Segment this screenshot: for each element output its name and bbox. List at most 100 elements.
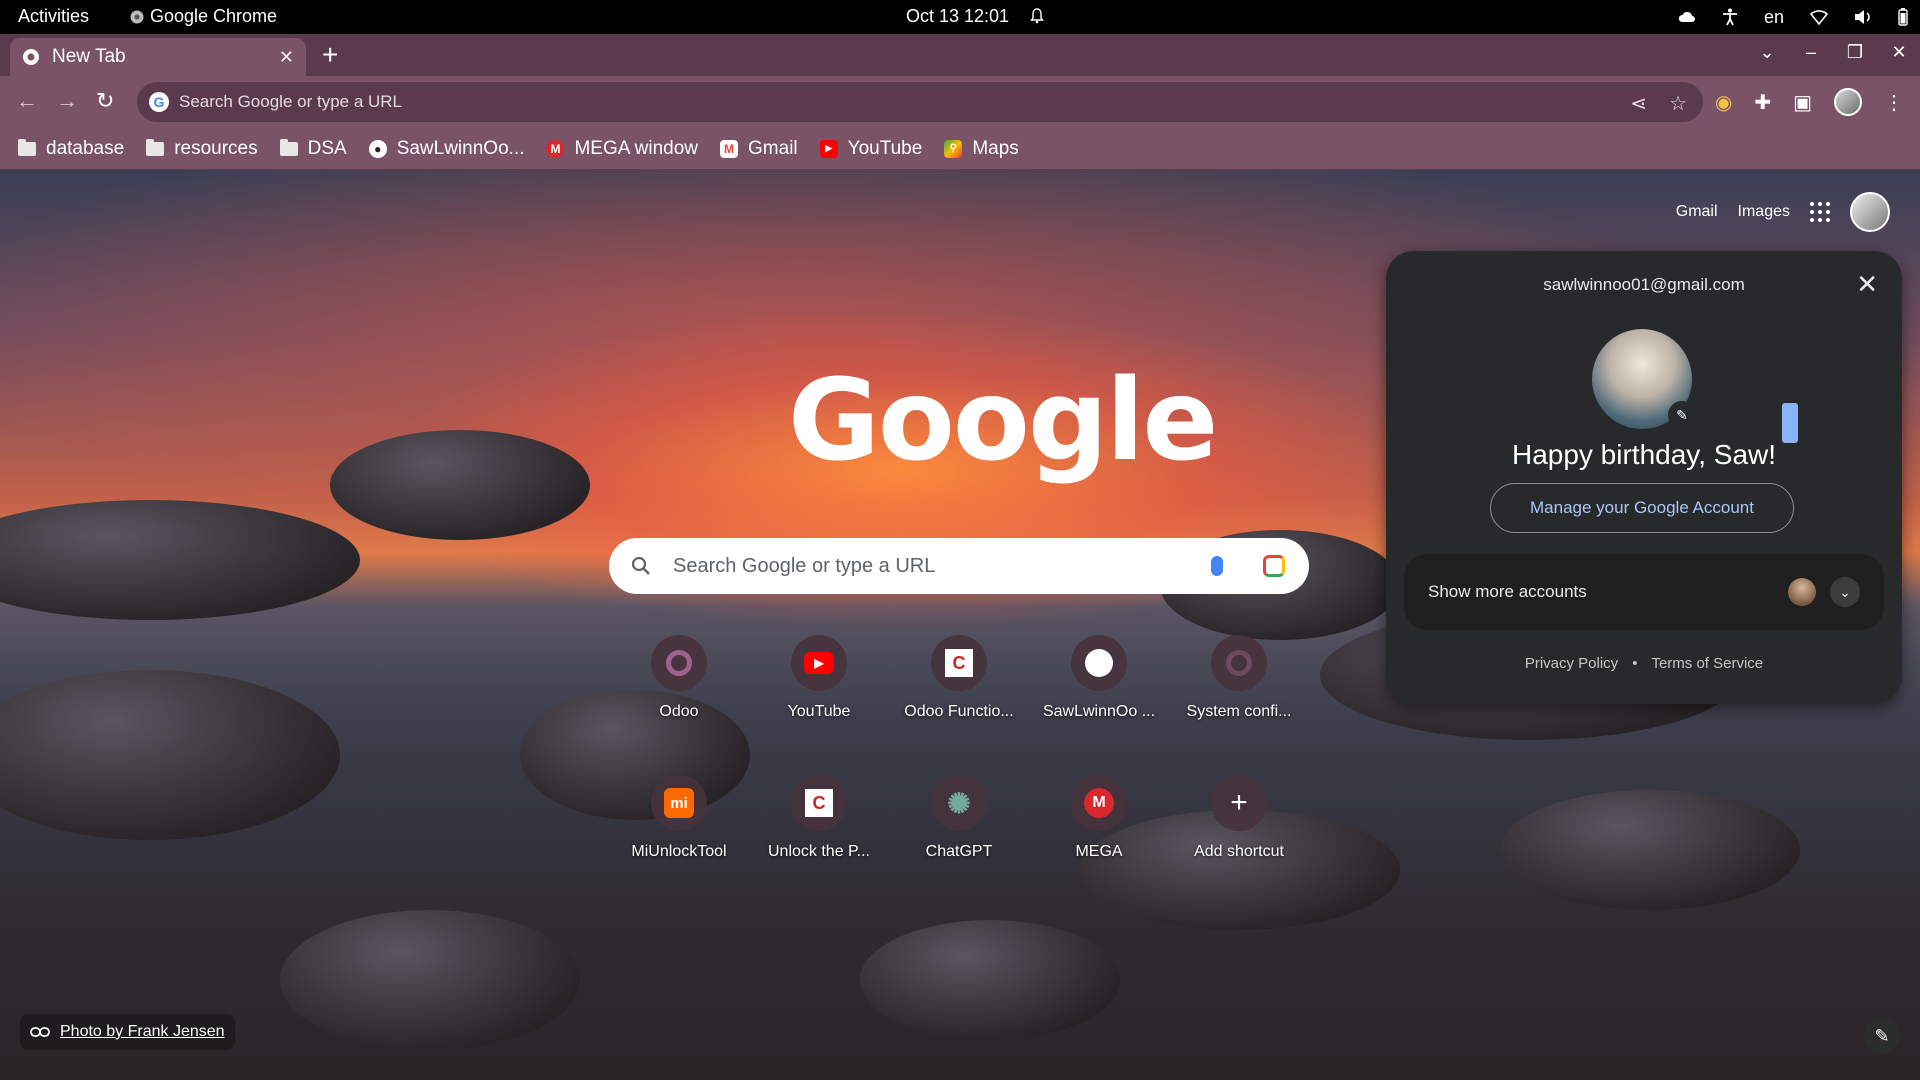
pencil-icon: ✎ — [1874, 1025, 1890, 1046]
maximize-button[interactable]: ❐ — [1844, 42, 1866, 63]
chatgpt-icon: ✺ — [931, 775, 987, 831]
wifi-icon — [1810, 10, 1828, 25]
bookmark-github[interactable]: ● SawLwinnOo... — [368, 137, 525, 160]
shortcut-label: SawLwinnOo ... — [1042, 703, 1156, 720]
ntp-search-placeholder: Search Google or type a URL — [673, 554, 936, 577]
youtube-icon: ▶ — [819, 139, 838, 158]
show-more-accounts[interactable]: Show more accounts ⌄ — [1404, 554, 1884, 630]
show-more-label: Show more accounts — [1428, 582, 1587, 601]
tab-strip: New Tab ✕ + ⌄ – ❐ ✕ — [0, 34, 1920, 76]
tab-new-tab[interactable]: New Tab ✕ — [10, 38, 306, 76]
odoo-icon — [1211, 635, 1267, 691]
chrome-icon — [130, 10, 144, 23]
terms-of-service-link[interactable]: Terms of Service — [1651, 655, 1763, 672]
odoo-functions-icon: C — [931, 635, 987, 691]
app-menu[interactable]: Google Chrome — [130, 6, 277, 27]
extension-icon[interactable]: ◉ — [1715, 90, 1732, 115]
app-name-label: Google Chrome — [150, 6, 278, 26]
cloud-icon — [1678, 11, 1695, 22]
language-indicator[interactable]: en — [1764, 7, 1784, 28]
bookmark-star-icon[interactable]: ☆ — [1669, 91, 1687, 116]
shortcut-tile[interactable]: C Odoo Functio... — [899, 635, 1019, 721]
bookmark-resources[interactable]: resources — [146, 137, 258, 160]
shortcut-tile[interactable]: ✺ ChatGPT — [899, 775, 1019, 861]
link-icon — [30, 1027, 50, 1037]
photo-credit[interactable]: Photo by Frank Jensen — [20, 1014, 235, 1050]
plus-icon: + — [1211, 775, 1267, 831]
bookmark-label: MEGA window — [574, 137, 699, 159]
reload-button[interactable]: ↻ — [96, 88, 114, 114]
gmail-link[interactable]: Gmail — [1676, 203, 1718, 221]
manage-account-button[interactable]: Manage your Google Account — [1490, 483, 1794, 533]
activities-button[interactable]: Activities — [18, 6, 89, 27]
side-panel-icon[interactable]: ▣ — [1793, 90, 1812, 115]
bookmark-label: database — [46, 137, 125, 159]
images-link[interactable]: Images — [1738, 203, 1790, 221]
shortcut-tile[interactable]: M MEGA — [1039, 775, 1159, 861]
bookmark-gmail[interactable]: M Gmail — [720, 138, 798, 160]
bookmark-label: resources — [174, 137, 258, 159]
battery-icon — [1898, 8, 1908, 26]
tab-search-icon[interactable]: ⌄ — [1756, 42, 1778, 63]
birthday-decoration — [1782, 403, 1798, 443]
forward-button[interactable]: → — [56, 88, 78, 114]
shortcut-tile[interactable]: C Unlock the P... — [759, 775, 879, 861]
ntp-search-box[interactable]: Search Google or type a URL — [609, 538, 1309, 594]
account-email: sawlwinnoo01@gmail.com — [1543, 275, 1745, 294]
bookmark-maps[interactable]: ⚲ Maps — [944, 138, 1019, 160]
voice-search-icon[interactable] — [1211, 556, 1223, 576]
omnibox[interactable]: G Search Google or type a URL ⋖ ☆ — [137, 82, 1703, 122]
footer-separator: • — [1632, 655, 1638, 672]
profile-avatar[interactable] — [1834, 88, 1862, 116]
shortcut-tile[interactable]: mi MiUnlockTool — [619, 775, 739, 861]
window-controls: ⌄ – ❐ ✕ — [1756, 42, 1910, 63]
gmail-icon: M — [720, 139, 739, 158]
edit-avatar-icon[interactable]: ✎ — [1668, 401, 1696, 429]
folder-icon — [279, 138, 298, 156]
close-window-button[interactable]: ✕ — [1888, 42, 1910, 63]
share-icon[interactable]: ⋖ — [1630, 91, 1647, 116]
ntp-account-avatar[interactable] — [1850, 192, 1890, 232]
bookmark-database[interactable]: database — [18, 138, 124, 160]
youtube-icon: ▶ — [791, 635, 847, 691]
shortcut-label: Odoo — [659, 703, 699, 720]
customize-chrome-button[interactable]: ✎ — [1864, 1018, 1900, 1054]
shortcut-tile[interactable]: SawLwinnOo ... — [1039, 635, 1159, 721]
google-apps-icon[interactable] — [1810, 202, 1830, 222]
shortcut-label: ChatGPT — [925, 843, 993, 860]
new-tab-button[interactable]: + — [322, 40, 338, 70]
omnibox-actions: ⋖ ☆ — [1630, 91, 1687, 116]
google-lens-icon[interactable] — [1263, 555, 1285, 577]
system-top-bar: Activities Google Chrome Oct 13 12:01 en — [0, 0, 1920, 34]
shortcut-label: Add shortcut — [1194, 843, 1284, 860]
back-button[interactable]: ← — [16, 88, 38, 114]
bookmark-dsa[interactable]: DSA — [279, 138, 347, 160]
google-logo: Google — [788, 356, 1218, 486]
chrome-icon — [23, 49, 39, 65]
clock[interactable]: Oct 13 12:01 — [906, 6, 1009, 27]
shortcut-label: Unlock the P... — [768, 843, 870, 860]
minimize-button[interactable]: – — [1800, 42, 1822, 63]
ntp-top-links: Gmail Images — [1676, 192, 1890, 232]
bookmarks-bar: database resources DSA ● SawLwinnOo... M… — [0, 128, 1920, 170]
bookmark-youtube[interactable]: ▶ YouTube — [819, 138, 922, 160]
shortcut-tile[interactable]: Odoo — [619, 635, 739, 721]
bookmark-mega[interactable]: M MEGA window — [546, 138, 698, 160]
system-tray[interactable]: en — [1678, 0, 1908, 34]
shortcut-tile[interactable]: System confi... — [1179, 635, 1299, 721]
popup-close-icon[interactable]: ✕ — [1856, 269, 1878, 300]
background-rock — [330, 430, 590, 540]
shortcut-label: MiUnlockTool — [631, 843, 727, 860]
add-shortcut-tile[interactable]: + Add shortcut — [1179, 775, 1299, 861]
tab-close-icon[interactable]: ✕ — [279, 47, 294, 68]
privacy-policy-link[interactable]: Privacy Policy — [1525, 655, 1618, 672]
shortcut-tile[interactable]: ▶ YouTube — [759, 635, 879, 721]
tab-title: New Tab — [52, 46, 126, 67]
bookmark-label: SawLwinnOo... — [396, 137, 525, 159]
chrome-menu-icon[interactable]: ⋮ — [1884, 90, 1904, 115]
extensions-puzzle-icon[interactable]: ✚ — [1754, 90, 1771, 115]
omnibox-placeholder: Search Google or type a URL — [179, 92, 403, 111]
toolbar: ← → ↻ G Search Google or type a URL ⋖ ☆ … — [0, 76, 1920, 128]
account-popup: sawlwinnoo01@gmail.com ✕ ✎ Happy birthda… — [1386, 251, 1902, 704]
accessibility-icon — [1722, 8, 1737, 26]
